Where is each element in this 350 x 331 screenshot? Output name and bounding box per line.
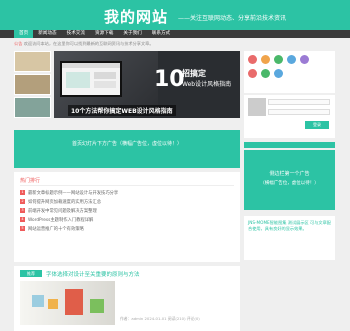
list-item-title: 前端开发中常见问题及解决方案整理 — [28, 208, 97, 214]
slide-subtitle: Web设计风格指南 — [182, 81, 232, 88]
notice-bar: 公告 欢迎访问本站，在这里你可以找到最新的互联网资讯与技术分享文章。 — [14, 40, 335, 48]
nav-item-tech[interactable]: 技术交流 — [62, 30, 90, 38]
avatar — [248, 98, 266, 116]
post-card: 推荐 字体选择对设计至关重要的原则与方法 作者：admin 2024-01-01… — [14, 266, 240, 331]
sidebar-ad-subtitle: （横幅广告位，虚位以待！） — [260, 181, 319, 186]
notice-label: 公告 — [14, 41, 23, 46]
list-item[interactable]: 3 前端开发中常见问题及解决方案整理 — [20, 206, 234, 215]
twitter-icon[interactable] — [274, 69, 283, 78]
nav-item-home[interactable]: 首页 — [14, 30, 34, 38]
slider-thumb[interactable] — [14, 97, 51, 118]
social-panel — [244, 51, 335, 93]
rank-badge: 4 — [20, 217, 25, 222]
ad-banner-text: 首页幻灯片下方广告（横幅广告位，虚位以待！） — [71, 141, 182, 147]
slider-thumb[interactable] — [14, 51, 51, 72]
list-item-title: 如何提升网页加载速度的实用方法汇总 — [28, 199, 102, 205]
post-thumbnail[interactable] — [20, 281, 115, 325]
hot-list: 1 最新文章标题示例——网站设计与开发技巧分享 2 如何提升网页加载速度的实用方法汇… — [20, 188, 234, 233]
post-title[interactable]: 字体选择对设计至关重要的原则与方法 — [46, 270, 140, 278]
hot-list-title: 热门排行 — [20, 178, 41, 184]
share-icon[interactable] — [248, 69, 257, 78]
featured-slide[interactable]: 10 招搞定 Web设计风格指南 10个方法帮你搞定WEB设计风格指南 — [54, 51, 240, 118]
sidebar-divider — [244, 142, 335, 148]
nav-item-download[interactable]: 资源下载 — [90, 30, 118, 38]
login-panel: 登录 — [244, 95, 335, 138]
phone-icon[interactable] — [261, 69, 270, 78]
rank-badge: 5 — [20, 226, 25, 231]
ad-banner[interactable]: 首页幻灯片下方广告（横幅广告位，虚位以待！） — [14, 130, 240, 168]
login-button[interactable]: 登录 — [305, 121, 329, 129]
list-item[interactable]: 5 网站运营推广的十个有效策略 — [20, 224, 234, 233]
wechat-icon[interactable] — [274, 55, 283, 64]
notice-text: 欢迎访问本站，在这里你可以找到最新的互联网资讯与技术分享文章。 — [23, 41, 154, 46]
sidebar-ad[interactable]: 侧边栏第一个广告 （横幅广告位，虚位以待！） — [244, 150, 335, 210]
sidebar: 登录 侧边栏第一个广告 （横幅广告位，虚位以待！） JNS-MOME智能图集 测… — [244, 51, 335, 260]
sidebar-ad-title: 侧边栏第一个广告 — [269, 171, 310, 177]
username-field[interactable] — [268, 99, 330, 105]
nav-item-contact[interactable]: 联系方式 — [147, 30, 175, 38]
slider-thumbnails — [14, 51, 51, 118]
post-tag[interactable]: 推荐 — [20, 270, 42, 277]
password-field[interactable] — [268, 109, 330, 115]
slide-number: 10 — [154, 67, 185, 92]
slide-caption[interactable]: 10个方法帮你搞定WEB设计风格指南 — [68, 105, 176, 116]
site-logo[interactable]: 我的网站 — [104, 6, 168, 27]
list-item-title: 网站运营推广的十个有效策略 — [28, 226, 84, 232]
list-item-title: 最新文章标题示例——网站设计与开发技巧分享 — [28, 190, 119, 196]
rank-badge: 1 — [20, 190, 25, 195]
site-tagline: ——关注互联网动态、分享前沿技术资讯 — [178, 15, 287, 22]
slide-title: 招搞定 — [182, 69, 206, 78]
sidebar-text-widget: JNS-MOME智能图集 测试展示区 可与文章配合使用，具有良好的显示效果。 — [244, 216, 335, 260]
rank-badge: 3 — [20, 208, 25, 213]
sidebar-text: JNS-MOME智能图集 测试展示区 可与文章配合使用，具有良好的显示效果。 — [248, 220, 331, 231]
list-item[interactable]: 2 如何提升网页加载速度的实用方法汇总 — [20, 197, 234, 206]
nav-item-about[interactable]: 关于我们 — [118, 30, 146, 38]
qq-icon[interactable] — [261, 55, 270, 64]
site-header: 我的网站 ——关注互联网动态、分享前沿技术资讯 — [0, 0, 350, 30]
monitor-illustration — [60, 61, 122, 97]
rss-icon[interactable] — [300, 55, 309, 64]
post-meta: 作者：admin 2024-01-01 阅读(210) 评论(0) — [120, 316, 200, 321]
rank-badge: 2 — [20, 199, 25, 204]
hot-list-panel: 热门排行 1 最新文章标题示例——网站设计与开发技巧分享 2 如何提升网页加载速度的… — [14, 172, 240, 262]
list-item[interactable]: 4 WordPress主题制作入门教程详解 — [20, 215, 234, 224]
main-nav: 首页 新闻动态 技术交流 资源下载 关于我们 联系方式 — [0, 30, 350, 38]
list-item[interactable]: 1 最新文章标题示例——网站设计与开发技巧分享 — [20, 188, 234, 197]
email-icon[interactable] — [287, 55, 296, 64]
nav-item-news[interactable]: 新闻动态 — [33, 30, 61, 38]
list-item-title: WordPress主题制作入门教程详解 — [28, 217, 94, 223]
slider-thumb[interactable] — [14, 74, 51, 95]
weibo-icon[interactable] — [248, 55, 257, 64]
